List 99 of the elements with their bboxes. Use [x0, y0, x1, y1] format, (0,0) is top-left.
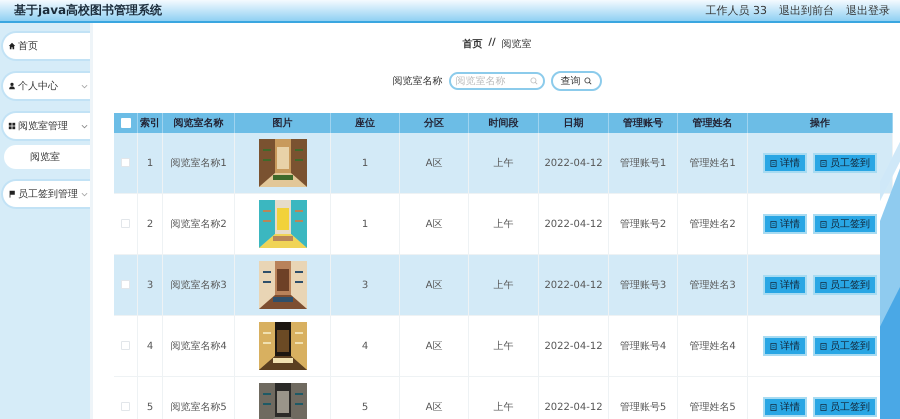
search-icon [584, 77, 592, 85]
table-cell: 阅览室名称5 [162, 376, 234, 419]
table-cell: 阅览室名称1 [162, 133, 234, 194]
document-icon [820, 404, 827, 410]
menu-item[interactable]: 个人中心 [1, 71, 90, 101]
table-cell: 5 [330, 376, 400, 419]
breadcrumb-separator: // [488, 37, 496, 50]
table-cell: 阅览室名称2 [162, 194, 234, 254]
row-checkbox[interactable] [121, 402, 130, 412]
breadcrumb-item: 阅览室 [502, 38, 532, 51]
column-header: 图片 [234, 113, 330, 133]
column-header: 操作 [748, 113, 892, 133]
submenu-item[interactable]: 阅览室 [4, 145, 90, 169]
table-cell: 2022-04-12 [538, 376, 608, 419]
table-cell: 管理账号4 [608, 316, 678, 376]
chevron-icon [81, 124, 88, 128]
table-cell: A区 [400, 316, 468, 376]
table-cell: 管理账号2 [608, 194, 678, 254]
document-icon [770, 220, 777, 228]
table-cell: 4 [330, 316, 400, 376]
sign-in-button[interactable]: 员工签到 [813, 336, 877, 356]
home-icon [8, 42, 16, 50]
document-icon [770, 404, 777, 410]
row-checkbox[interactable] [121, 219, 130, 228]
menu-item[interactable]: 首页 [1, 31, 90, 61]
user-icon [8, 82, 16, 90]
table-cell: 1 [138, 133, 162, 194]
table-cell: 管理姓名4 [678, 316, 748, 376]
column-header: 座位 [330, 113, 400, 133]
table-cell: 上午 [468, 376, 538, 419]
chevron-icon [81, 192, 88, 196]
table-cell: 2022-04-12 [538, 194, 608, 254]
table-cell: 上午 [468, 316, 538, 376]
row-checkbox[interactable] [121, 341, 130, 350]
row-checkbox[interactable] [121, 280, 130, 290]
table-cell: 2 [138, 194, 162, 254]
document-icon [820, 160, 827, 166]
table-cell: 2022-04-12 [538, 254, 608, 316]
select-all-checkbox[interactable] [120, 118, 130, 128]
column-header: 日期 [538, 113, 608, 133]
document-icon [820, 282, 827, 288]
table-cell: A区 [400, 254, 468, 316]
table-cell: 1 [330, 133, 400, 194]
table-cell: A区 [400, 376, 468, 419]
column-header: 时间段 [468, 113, 538, 133]
document-icon [770, 342, 777, 350]
details-button[interactable]: 详情 [763, 275, 807, 295]
details-button[interactable]: 详情 [763, 153, 807, 173]
table-cell: 管理账号1 [608, 133, 678, 194]
user-label: 工作人员 33 [706, 3, 767, 18]
document-icon [820, 342, 827, 350]
column-header: 管理姓名 [678, 113, 748, 133]
table-cell: 管理姓名1 [678, 133, 748, 194]
sign-in-button[interactable]: 员工签到 [813, 397, 877, 417]
menu-item[interactable]: 阅览室管理 [1, 111, 90, 141]
table-cell: 2022-04-12 [538, 133, 608, 194]
table-cell: 5 [138, 376, 162, 419]
grid-icon [8, 122, 16, 130]
column-header: 分区 [400, 113, 468, 133]
table-cell: 管理账号3 [608, 254, 678, 316]
details-button[interactable]: 详情 [763, 336, 807, 356]
chevron-icon [81, 84, 88, 88]
table-cell: 4 [138, 316, 162, 376]
app-title: 基于java高校图书管理系统 [14, 2, 162, 19]
table-cell: 阅览室名称3 [162, 254, 234, 316]
table-cell: 管理姓名2 [678, 194, 748, 254]
table-cell: 1 [330, 194, 400, 254]
table-cell: A区 [400, 194, 468, 254]
table-cell: 上午 [468, 133, 538, 194]
row-checkbox[interactable] [121, 158, 130, 168]
table-cell: 上午 [468, 254, 538, 316]
column-header: 管理账号 [608, 113, 678, 133]
breadcrumb-item[interactable]: 首页 [462, 37, 482, 51]
search-button[interactable]: 查询 [550, 71, 602, 91]
table-cell: 2022-04-12 [538, 316, 608, 376]
table-cell: 管理姓名5 [678, 376, 748, 419]
table-cell: 3 [138, 254, 162, 316]
sign-in-button[interactable]: 员工签到 [813, 214, 877, 234]
table-cell: 管理姓名3 [678, 254, 748, 316]
table-cell: 上午 [468, 194, 538, 254]
header-link[interactable]: 退出登录 [846, 3, 890, 18]
column-header: 阅览室名称 [162, 113, 234, 133]
sign-in-button[interactable]: 员工签到 [813, 275, 877, 295]
document-icon [770, 282, 777, 288]
table-cell: 管理账号5 [608, 376, 678, 419]
search-label: 阅览室名称 [392, 74, 442, 88]
search-icon [530, 77, 538, 85]
menu-item[interactable]: 员工签到管理 [1, 179, 90, 209]
header-link[interactable]: 退出到前台 [779, 3, 834, 18]
details-button[interactable]: 详情 [763, 397, 807, 417]
table-cell: 3 [330, 254, 400, 316]
details-button[interactable]: 详情 [763, 214, 807, 234]
column-header: 索引 [138, 113, 162, 133]
table-cell: A区 [400, 133, 468, 194]
document-icon [820, 220, 827, 228]
table-cell: 阅览室名称4 [162, 316, 234, 376]
document-icon [770, 160, 777, 166]
flag-icon [8, 190, 16, 198]
sign-in-button[interactable]: 员工签到 [813, 153, 877, 173]
